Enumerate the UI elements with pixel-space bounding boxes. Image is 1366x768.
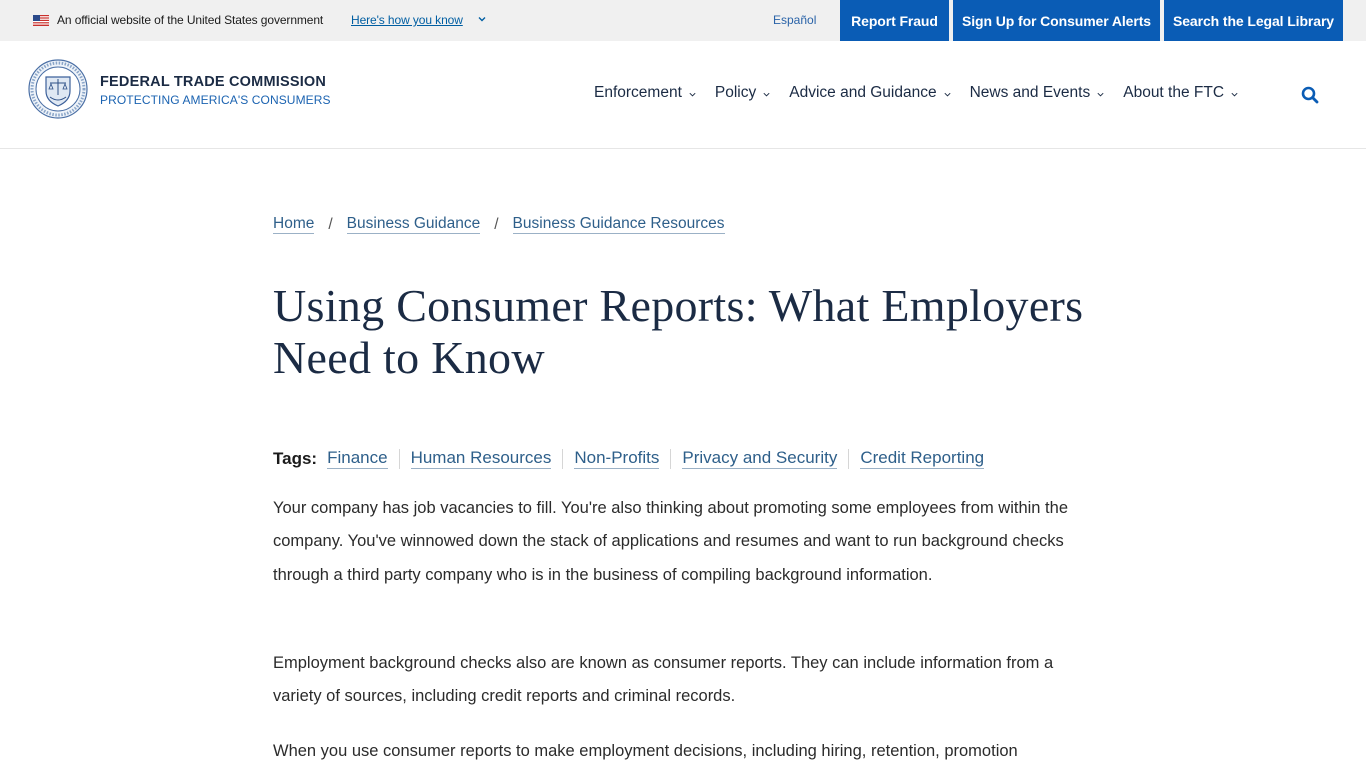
tag-finance[interactable]: Finance	[327, 448, 388, 469]
chevron-down-icon	[1231, 92, 1238, 97]
tags-label: Tags:	[273, 448, 318, 468]
espanol-link[interactable]: Español	[773, 13, 816, 27]
breadcrumb-separator: /	[328, 215, 333, 233]
nav-advice-and-guidance[interactable]: Advice and Guidance	[789, 84, 951, 102]
tag-divider	[848, 448, 850, 469]
breadcrumb-home[interactable]: Home	[273, 215, 315, 234]
nav-label: News and Events	[969, 84, 1091, 101]
tags-row: Tags: Finance Human Resources Non-Profit…	[273, 448, 985, 469]
nav-label: Advice and Guidance	[789, 84, 937, 101]
tag-divider	[670, 448, 672, 469]
nav-policy[interactable]: Policy	[715, 84, 771, 102]
chevron-down-icon	[944, 92, 951, 97]
consumer-alerts-button[interactable]: Sign Up for Consumer Alerts	[953, 0, 1160, 41]
body-paragraph: When you use consumer reports to make em…	[273, 742, 1018, 760]
nav-enforcement[interactable]: Enforcement	[594, 84, 697, 102]
ftc-seal-logo[interactable]	[28, 59, 88, 119]
main-nav: Enforcement Policy Advice and Guidance N…	[594, 84, 1257, 102]
tag-human-resources[interactable]: Human Resources	[410, 448, 552, 469]
breadcrumb-business-guidance-resources[interactable]: Business Guidance Resources	[512, 215, 725, 234]
body-paragraph: Employment background checks also are kn…	[273, 654, 1054, 706]
tag-divider	[562, 448, 564, 469]
chevron-down-icon	[1097, 92, 1104, 97]
site-tagline[interactable]: PROTECTING AMERICA'S CONSUMERS	[100, 93, 331, 107]
search-icon[interactable]	[1300, 85, 1320, 105]
breadcrumb-business-guidance[interactable]: Business Guidance	[346, 215, 481, 234]
nav-label: About the FTC	[1123, 84, 1225, 101]
chevron-down-icon	[689, 92, 696, 97]
nav-label: Policy	[714, 84, 757, 101]
nav-label: Enforcement	[594, 84, 682, 101]
tag-credit-reporting[interactable]: Credit Reporting	[860, 448, 985, 469]
gov-banner-text: An official website of the United States…	[57, 13, 324, 27]
body-paragraph: Your company has job vacancies to fill. …	[273, 499, 1068, 584]
us-flag-icon	[33, 15, 49, 26]
legal-library-button[interactable]: Search the Legal Library	[1164, 0, 1343, 41]
chevron-down-icon	[763, 92, 770, 97]
heres-how-you-know-link[interactable]: Here's how you know	[351, 13, 463, 27]
tag-privacy-and-security[interactable]: Privacy and Security	[682, 448, 838, 469]
site-title[interactable]: FEDERAL TRADE COMMISSION	[100, 74, 326, 90]
tag-divider	[398, 448, 400, 469]
chevron-down-icon[interactable]	[477, 14, 487, 24]
nav-about-the-ftc[interactable]: About the FTC	[1123, 84, 1239, 102]
report-fraud-button[interactable]: Report Fraud	[840, 0, 949, 41]
gov-banner: An official website of the United States…	[0, 0, 1366, 41]
site-header: FEDERAL TRADE COMMISSION PROTECTING AMER…	[0, 41, 1366, 149]
nav-news-and-events[interactable]: News and Events	[970, 84, 1106, 102]
tag-non-profits[interactable]: Non-Profits	[574, 448, 660, 469]
breadcrumb: Home / Business Guidance / Business Guid…	[273, 215, 725, 234]
page-title: Using Consumer Reports: What Employers N…	[273, 280, 1084, 383]
breadcrumb-separator: /	[494, 215, 499, 233]
